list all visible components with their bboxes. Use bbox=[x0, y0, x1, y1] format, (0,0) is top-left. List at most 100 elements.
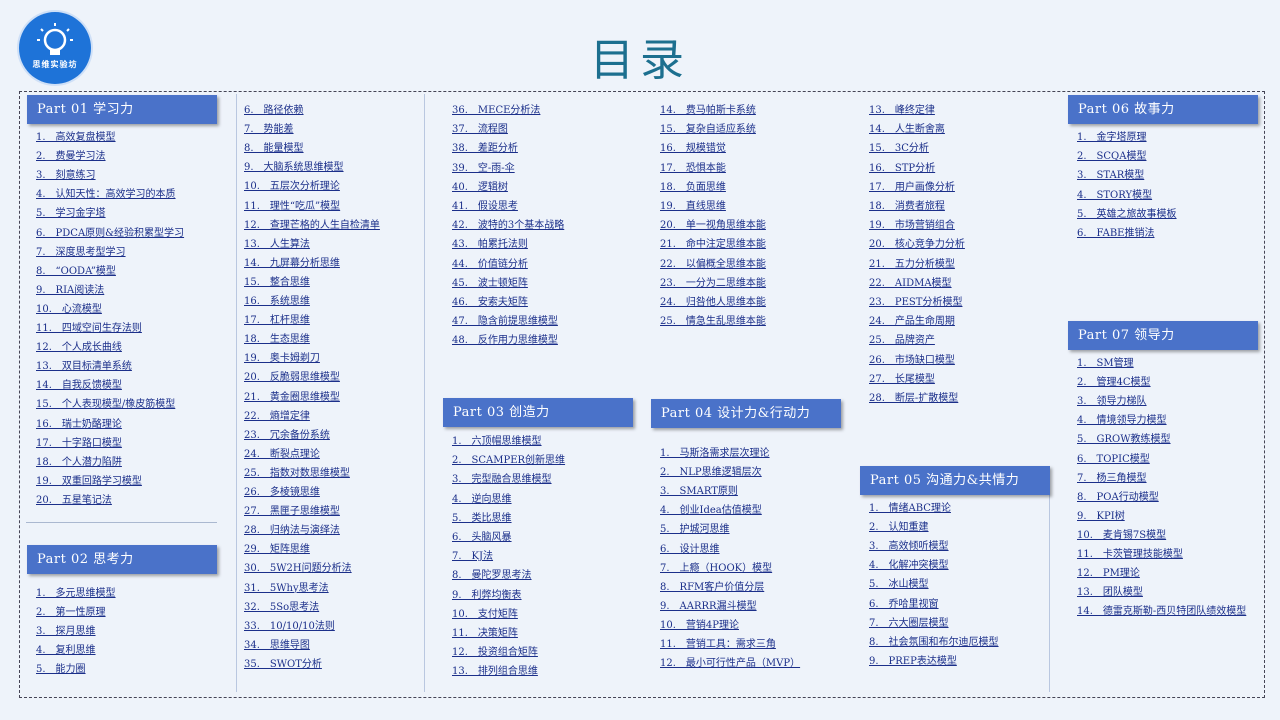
toc-item[interactable]: 19. 市场营销组合 bbox=[869, 219, 955, 232]
toc-item[interactable]: 13. 峰终定律 bbox=[869, 104, 935, 117]
toc-item[interactable]: 25. 品牌资产 bbox=[869, 334, 935, 347]
toc-item[interactable]: 20. 核心竞争力分析 bbox=[869, 238, 965, 251]
toc-item[interactable]: 14. 自我反馈模型 bbox=[36, 379, 122, 392]
toc-item[interactable]: 2. NLP思维逻辑层次 bbox=[660, 466, 762, 479]
toc-item[interactable]: 9. 大脑系统思维模型 bbox=[244, 161, 344, 174]
toc-item[interactable]: 9. PREP表达模型 bbox=[869, 655, 957, 668]
toc-item[interactable]: 7. 势能差 bbox=[244, 123, 294, 136]
toc-item[interactable]: 27. 长尾模型 bbox=[869, 373, 935, 386]
toc-item[interactable]: 20. 单一视角思维本能 bbox=[660, 219, 766, 232]
toc-item[interactable]: 38. 差距分析 bbox=[452, 142, 518, 155]
toc-item[interactable]: 42. 波特的3个基本战略 bbox=[452, 219, 564, 232]
toc-item[interactable]: 16. STP分析 bbox=[869, 162, 935, 175]
toc-item[interactable]: 40. 逻辑树 bbox=[452, 181, 508, 194]
toc-item[interactable]: 14. 德雷克斯勒-西贝特团队绩效模型 bbox=[1077, 605, 1257, 618]
toc-item[interactable]: 8. 曼陀罗思考法 bbox=[452, 569, 532, 582]
toc-item[interactable]: 1. SM管理 bbox=[1077, 357, 1134, 370]
toc-item[interactable]: 26. 多棱镜思维 bbox=[244, 486, 320, 499]
toc-item[interactable]: 18. 消费者旅程 bbox=[869, 200, 945, 213]
toc-item[interactable]: 23. PEST分析模型 bbox=[869, 296, 962, 309]
toc-item[interactable]: 2. SCAMPER创新思维 bbox=[452, 454, 565, 467]
toc-item[interactable]: 4. 逆向思维 bbox=[452, 493, 512, 506]
toc-item[interactable]: 21. 命中注定思维本能 bbox=[660, 238, 766, 251]
toc-item[interactable]: 7. 上瘾（HOOK）模型 bbox=[660, 562, 772, 575]
toc-item[interactable]: 7. KJ法 bbox=[452, 550, 493, 563]
toc-item[interactable]: 9. KPI树 bbox=[1077, 510, 1125, 523]
toc-item[interactable]: 11. 理性“吃瓜”模型 bbox=[244, 200, 340, 213]
toc-item[interactable]: 37. 流程图 bbox=[452, 123, 508, 136]
toc-item[interactable]: 22. 以偏概全思维本能 bbox=[660, 258, 766, 271]
toc-item[interactable]: 19. 直线思维 bbox=[660, 200, 726, 213]
toc-item[interactable]: 5. 学习金字塔 bbox=[36, 207, 106, 220]
toc-item[interactable]: 28. 归纳法与演绎法 bbox=[244, 524, 340, 537]
toc-item[interactable]: 17. 用户画像分析 bbox=[869, 181, 955, 194]
toc-item[interactable]: 48. 反作用力思维模型 bbox=[452, 334, 558, 347]
toc-item[interactable]: 10. 麦肯锡7S模型 bbox=[1077, 529, 1166, 542]
toc-item[interactable]: 3. 领导力梯队 bbox=[1077, 395, 1147, 408]
toc-item[interactable]: 15. 整合思维 bbox=[244, 276, 310, 289]
toc-item[interactable]: 8. 能量模型 bbox=[244, 142, 304, 155]
toc-item[interactable]: 12. 个人成长曲线 bbox=[36, 341, 122, 354]
toc-item[interactable]: 9. 利弊均衡表 bbox=[452, 589, 522, 602]
toc-item[interactable]: 10. 五层次分析理论 bbox=[244, 180, 340, 193]
toc-item[interactable]: 30. 5W2H问题分析法 bbox=[244, 562, 352, 575]
toc-item[interactable]: 45. 波士顿矩阵 bbox=[452, 277, 528, 290]
toc-item[interactable]: 10. 心流模型 bbox=[36, 303, 102, 316]
toc-item[interactable]: 26. 市场缺口模型 bbox=[869, 354, 955, 367]
toc-item[interactable]: 6. 乔哈里视窗 bbox=[869, 598, 939, 611]
toc-item[interactable]: 28. 断层-扩散模型 bbox=[869, 392, 958, 405]
toc-item[interactable]: 17. 杠杆思维 bbox=[244, 314, 310, 327]
toc-item[interactable]: 4. 复利思维 bbox=[36, 644, 96, 657]
toc-item[interactable]: 25. 指数对数思维模型 bbox=[244, 467, 350, 480]
toc-item[interactable]: 14. 九屏幕分析思维 bbox=[244, 257, 340, 270]
toc-item[interactable]: 8. POA行动模型 bbox=[1077, 491, 1159, 504]
toc-item[interactable]: 11. 四域空间生存法则 bbox=[36, 322, 142, 335]
toc-item[interactable]: 1. 六顶帽思维模型 bbox=[452, 435, 542, 448]
toc-item[interactable]: 17. 十字路口模型 bbox=[36, 437, 122, 450]
toc-item[interactable]: 35. SWOT分析 bbox=[244, 658, 322, 671]
toc-item[interactable]: 9. AARRR漏斗模型 bbox=[660, 600, 757, 613]
toc-item[interactable]: 12. 查理芒格的人生自检清单 bbox=[244, 219, 380, 232]
toc-item[interactable]: 18. 个人潜力陷阱 bbox=[36, 456, 122, 469]
toc-item[interactable]: 4. 创业Idea估值模型 bbox=[660, 504, 762, 517]
toc-item[interactable]: 24. 断裂点理论 bbox=[244, 448, 320, 461]
toc-item[interactable]: 24. 归咎他人思维本能 bbox=[660, 296, 766, 309]
toc-item[interactable]: 19. 双重回路学习模型 bbox=[36, 475, 142, 488]
toc-item[interactable]: 36. MECE分析法 bbox=[452, 104, 540, 117]
toc-item[interactable]: 18. 生态思维 bbox=[244, 333, 310, 346]
toc-item[interactable]: 6. 头脑风暴 bbox=[452, 531, 512, 544]
toc-item[interactable]: 15. 个人表现模型/橡皮筋模型 bbox=[36, 398, 175, 411]
toc-item[interactable]: 34. 思维导图 bbox=[244, 639, 310, 652]
toc-item[interactable]: 1. 金字塔原理 bbox=[1077, 131, 1147, 144]
toc-item[interactable]: 16. 系统思维 bbox=[244, 295, 310, 308]
toc-item[interactable]: 31. 5Why思考法 bbox=[244, 582, 329, 595]
toc-item[interactable]: 21. 黄金圈思维模型 bbox=[244, 391, 340, 404]
toc-item[interactable]: 12. PM理论 bbox=[1077, 567, 1140, 580]
toc-item[interactable]: 5. 冰山模型 bbox=[869, 578, 929, 591]
toc-item[interactable]: 2. 费曼学习法 bbox=[36, 150, 106, 163]
toc-item[interactable]: 3. 完型融合思维模型 bbox=[452, 473, 552, 486]
toc-item[interactable]: 6. 设计思维 bbox=[660, 543, 720, 556]
toc-item[interactable]: 7. 六大圈层模型 bbox=[869, 617, 949, 630]
toc-item[interactable]: 23. 冗余备份系统 bbox=[244, 429, 330, 442]
toc-item[interactable]: 5. 护城河思维 bbox=[660, 523, 730, 536]
toc-item[interactable]: 47. 隐含前提思维模型 bbox=[452, 315, 558, 328]
toc-item[interactable]: 13. 人生算法 bbox=[244, 238, 310, 251]
toc-item[interactable]: 3. 高效倾听模型 bbox=[869, 540, 949, 553]
toc-item[interactable]: 2. 认知重建 bbox=[869, 521, 929, 534]
toc-item[interactable]: 8. RFM客户价值分层 bbox=[660, 581, 764, 594]
toc-item[interactable]: 6. 路径依赖 bbox=[244, 104, 304, 117]
toc-item[interactable]: 29. 矩阵思维 bbox=[244, 543, 310, 556]
toc-item[interactable]: 15. 3C分析 bbox=[869, 142, 929, 155]
toc-item[interactable]: 39. 空-雨-伞 bbox=[452, 162, 515, 175]
toc-item[interactable]: 13. 团队模型 bbox=[1077, 586, 1143, 599]
toc-item[interactable]: 12. 投资组合矩阵 bbox=[452, 646, 538, 659]
toc-item[interactable]: 14. 费马帕斯卡系统 bbox=[660, 104, 756, 117]
toc-item[interactable]: 7. 深度思考型学习 bbox=[36, 246, 126, 259]
toc-item[interactable]: 10. 支付矩阵 bbox=[452, 608, 518, 621]
toc-item[interactable]: 4. 情境领导力模型 bbox=[1077, 414, 1167, 427]
toc-item[interactable]: 3. STAR模型 bbox=[1077, 169, 1144, 182]
toc-item[interactable]: 12. 最小可行性产品（MVP） bbox=[660, 657, 800, 670]
toc-item[interactable]: 4. 认知天性：高效学习的本质 bbox=[36, 188, 176, 201]
toc-item[interactable]: 25. 情急生乱思维本能 bbox=[660, 315, 766, 328]
